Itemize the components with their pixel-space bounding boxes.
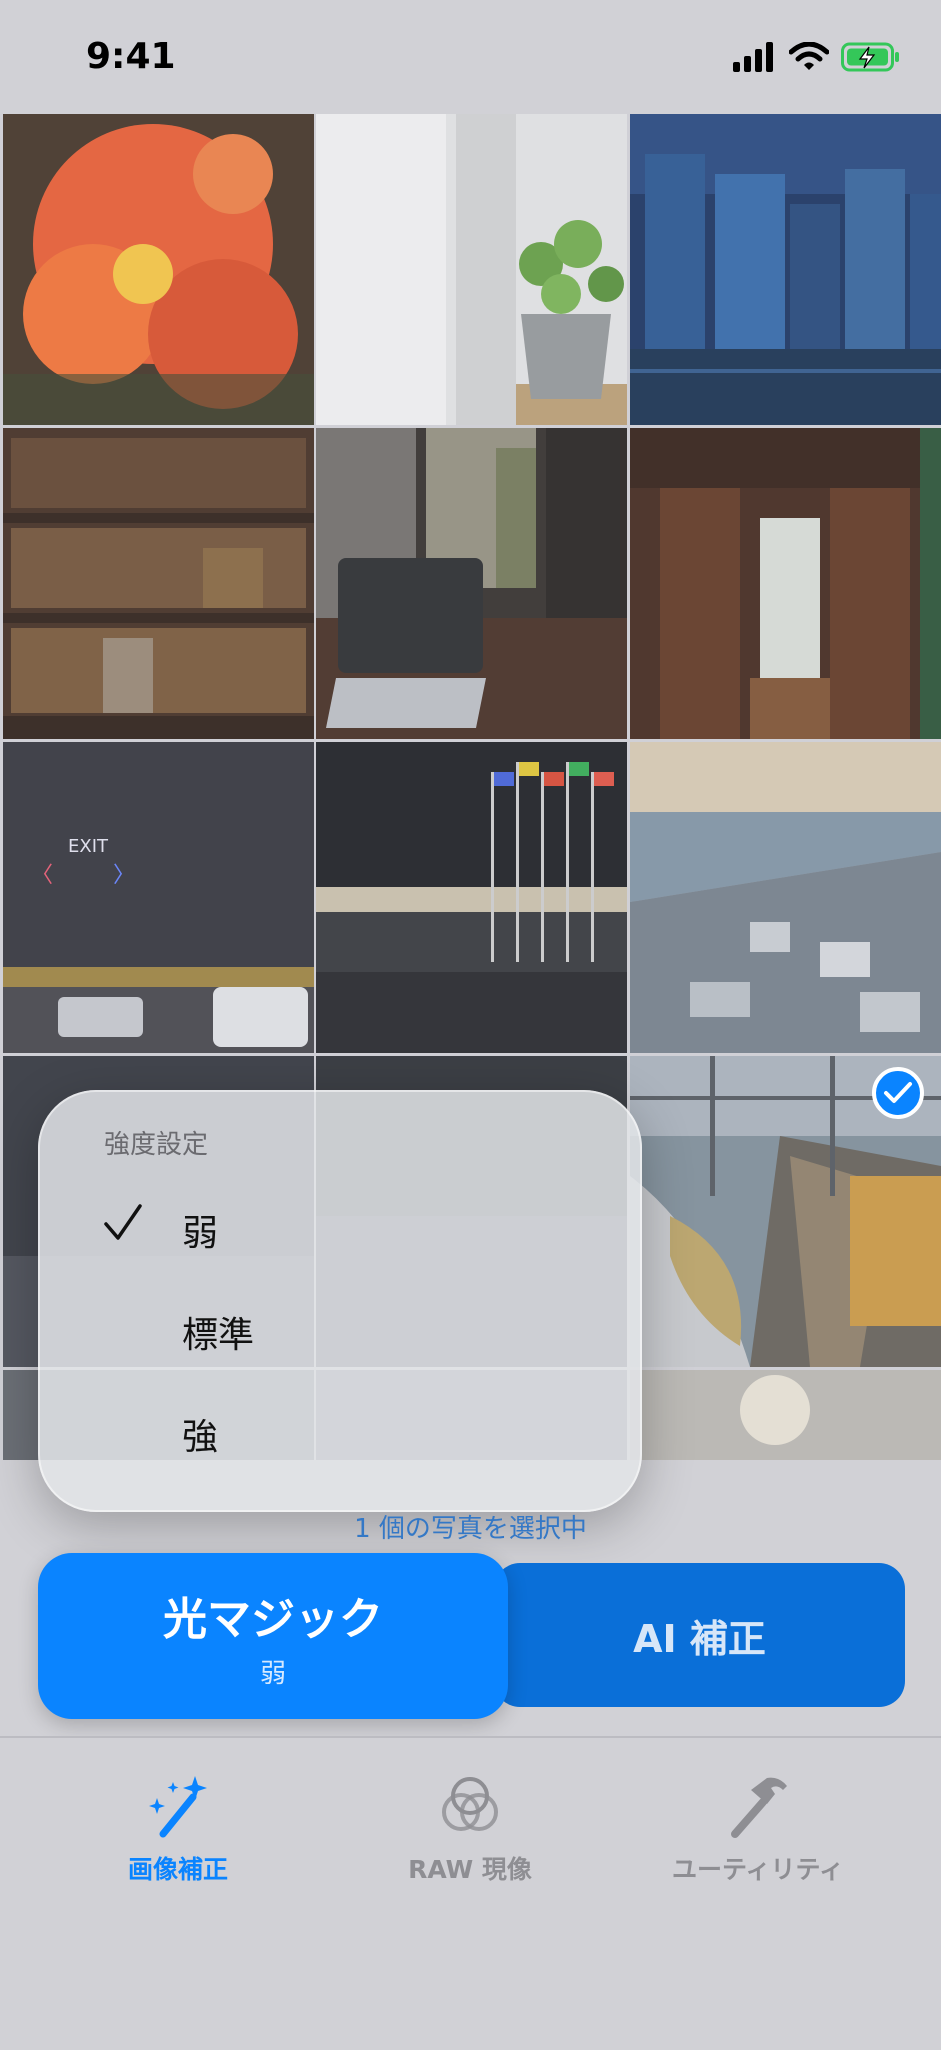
circles-icon (442, 1777, 498, 1831)
strength-option-strong[interactable]: 強 (38, 1386, 642, 1482)
light-magic-label: 光マジック (163, 1594, 383, 1645)
magic-wand-icon (149, 1776, 207, 1838)
cellular-signal-icon (733, 42, 773, 72)
strength-option-label: 強 (182, 1417, 219, 1458)
strength-option-standard[interactable]: 標準 (38, 1284, 642, 1380)
ai-correction-label: AI 補正 (633, 1616, 766, 1661)
light-magic-button[interactable]: 光マジック 弱 (38, 1553, 508, 1719)
strength-option-weak[interactable]: 弱 (38, 1182, 642, 1278)
tab-label: 画像補正 (127, 1855, 228, 1884)
tab-bar: 画像補正 RAW 現像 ユーティリティ (0, 1736, 941, 2050)
status-time: 9:41 (86, 36, 176, 77)
tab-label: ユーティリティ (671, 1855, 844, 1884)
checkmark-icon (104, 1204, 142, 1240)
tab-label: RAW 現像 (408, 1855, 532, 1884)
strength-option-label: 弱 (182, 1213, 219, 1254)
selection-count: 1 個の写真を選択中 (354, 1514, 587, 1544)
strength-option-label: 標準 (182, 1315, 255, 1356)
hammer-icon (731, 1777, 787, 1838)
strength-menu-title: 強度設定 (104, 1130, 209, 1160)
status-icons (733, 42, 901, 72)
wifi-icon (789, 42, 829, 70)
tab-utility[interactable]: ユーティリティ (608, 1738, 908, 1898)
tab-raw-development[interactable]: RAW 現像 (320, 1738, 620, 1898)
strength-menu: 強度設定 弱 標準 強 (38, 1090, 642, 1512)
light-magic-strength: 弱 (259, 1659, 286, 1689)
ai-correction-button[interactable]: AI 補正 (494, 1563, 905, 1707)
status-bar: 9:41 (0, 0, 941, 114)
tab-image-correction[interactable]: 画像補正 (28, 1738, 328, 1898)
battery-charging-icon (841, 42, 899, 72)
selected-checkmark-icon[interactable] (872, 1067, 924, 1119)
